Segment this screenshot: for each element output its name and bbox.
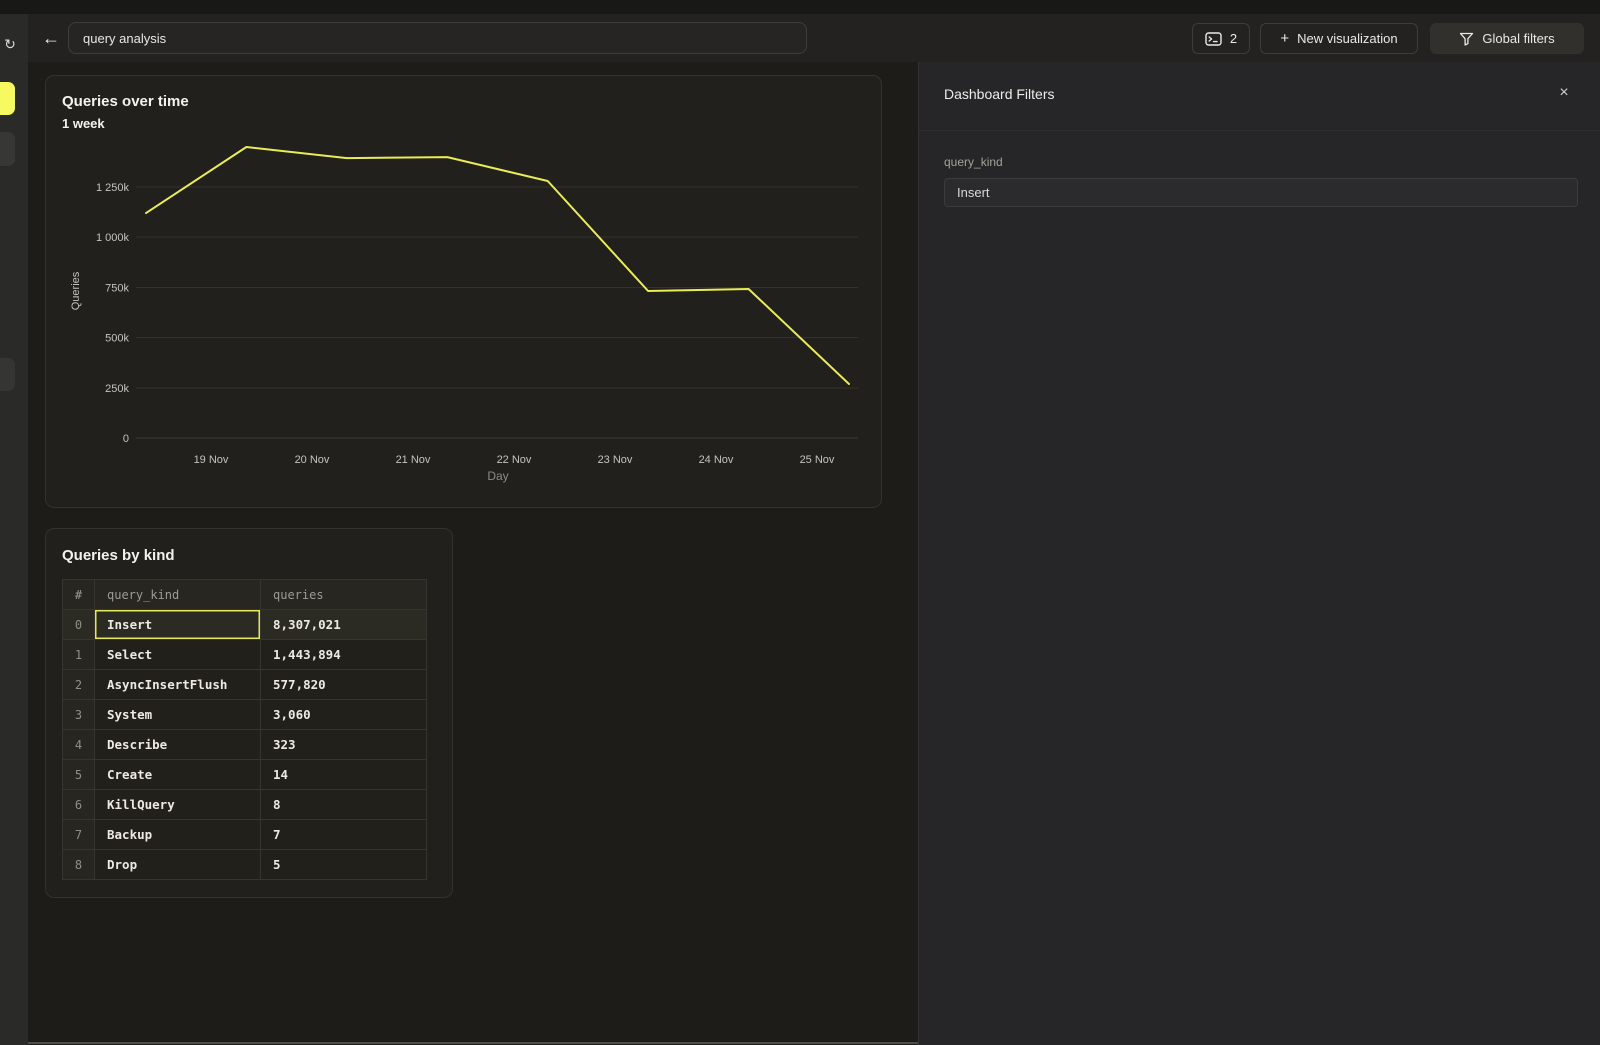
sidebar-item-active-dashboard[interactable] xyxy=(0,82,15,115)
row-index-cell: 4 xyxy=(63,730,95,760)
table-row: 7Backup7 xyxy=(63,820,427,850)
global-filters-button[interactable]: Global filters xyxy=(1430,23,1584,54)
plus-icon: + xyxy=(1280,31,1289,46)
row-index-cell: 1 xyxy=(63,640,95,670)
x-tick-label: 24 Nov xyxy=(699,454,734,466)
sidebar-item-3[interactable] xyxy=(0,358,15,391)
back-arrow-button[interactable]: ← xyxy=(39,26,63,50)
console-icon xyxy=(1205,32,1222,46)
x-tick-label: 23 Nov xyxy=(598,454,633,466)
row-index-cell: 3 xyxy=(63,700,95,730)
column-header-index: # xyxy=(63,580,95,610)
queries-count-cell[interactable]: 577,820 xyxy=(261,670,427,700)
column-header-query-kind: query_kind xyxy=(95,580,261,610)
queries-by-kind-panel: Queries by kind # query_kind queries 0In… xyxy=(45,528,453,898)
table-row: 1Select1,443,894 xyxy=(63,640,427,670)
filters-panel-header: Dashboard Filters × xyxy=(919,62,1600,131)
row-index-cell: 7 xyxy=(63,820,95,850)
query-kind-cell[interactable]: Select xyxy=(95,640,261,670)
filters-panel-title: Dashboard Filters xyxy=(944,86,1055,102)
query-count-line xyxy=(146,147,849,384)
x-tick-label: 25 Nov xyxy=(800,454,835,466)
queries-count-cell[interactable]: 5 xyxy=(261,850,427,880)
query-kind-cell[interactable]: System xyxy=(95,700,261,730)
query-kind-cell[interactable]: AsyncInsertFlush xyxy=(95,670,261,700)
app-window: ↻ ← 2 + New visualization xyxy=(0,0,1600,1045)
horizontal-scrollbar[interactable] xyxy=(28,1042,918,1044)
table-row: 0Insert8,307,021 xyxy=(63,610,427,640)
table-row: 3System3,060 xyxy=(63,700,427,730)
queries-count-cell[interactable]: 323 xyxy=(261,730,427,760)
table-row: 6KillQuery8 xyxy=(63,790,427,820)
row-index-cell: 0 xyxy=(63,610,95,640)
query-kind-filter-input[interactable] xyxy=(944,178,1578,207)
y-tick-label: 1 250k xyxy=(96,182,130,194)
y-tick-label: 750k xyxy=(105,282,129,294)
table-row: 4Describe323 xyxy=(63,730,427,760)
global-filters-label: Global filters xyxy=(1482,31,1554,46)
queries-count-cell[interactable]: 14 xyxy=(261,760,427,790)
queries-over-time-panel: Queries over time 1 week 0250k500k750k1 … xyxy=(45,75,882,508)
x-tick-label: 19 Nov xyxy=(194,454,229,466)
close-icon[interactable]: × xyxy=(1553,82,1575,104)
query-kind-cell[interactable]: Describe xyxy=(95,730,261,760)
table-row: 8Drop5 xyxy=(63,850,427,880)
console-count-badge: 2 xyxy=(1230,31,1237,46)
y-axis-title: Queries xyxy=(70,271,82,310)
queries-count-cell[interactable]: 7 xyxy=(261,820,427,850)
x-tick-label: 21 Nov xyxy=(396,454,431,466)
queries-table-body: 0Insert8,307,0211Select1,443,8942AsyncIn… xyxy=(63,610,427,880)
queries-count-cell[interactable]: 1,443,894 xyxy=(261,640,427,670)
sidebar-item-2[interactable] xyxy=(0,132,15,166)
query-kind-cell[interactable]: Backup xyxy=(95,820,261,850)
left-sidebar: ↻ xyxy=(0,14,28,1045)
dashboard-title-input[interactable] xyxy=(68,22,807,54)
query-kind-cell[interactable]: KillQuery xyxy=(95,790,261,820)
row-index-cell: 5 xyxy=(63,760,95,790)
table-title: Queries by kind xyxy=(62,547,175,564)
query-kind-cell[interactable]: Drop xyxy=(95,850,261,880)
row-index-cell: 6 xyxy=(63,790,95,820)
sql-console-button[interactable]: 2 xyxy=(1192,23,1250,54)
refresh-icon[interactable]: ↻ xyxy=(1,35,19,53)
filter-field-label: query_kind xyxy=(944,155,1003,169)
x-tick-label: 22 Nov xyxy=(497,454,532,466)
window-top-strip xyxy=(0,0,1600,14)
selected-query-kind-cell[interactable]: Insert xyxy=(95,610,261,640)
table-row: 5Create14 xyxy=(63,760,427,790)
column-header-queries: queries xyxy=(261,580,427,610)
table-header-row: # query_kind queries xyxy=(63,580,427,610)
y-tick-label: 1 000k xyxy=(96,232,130,244)
query-kind-cell[interactable]: Create xyxy=(95,760,261,790)
top-bar: ← 2 + New visualization Global filters xyxy=(28,14,1600,62)
table-row: 2AsyncInsertFlush577,820 xyxy=(63,670,427,700)
x-tick-label: 20 Nov xyxy=(295,454,330,466)
row-index-cell: 8 xyxy=(63,850,95,880)
y-tick-label: 0 xyxy=(123,433,129,445)
y-tick-label: 500k xyxy=(105,333,129,345)
dashboard-canvas: Queries over time 1 week 0250k500k750k1 … xyxy=(28,62,918,1045)
queries-count-cell[interactable]: 3,060 xyxy=(261,700,427,730)
row-index-cell: 2 xyxy=(63,670,95,700)
dashboard-filters-panel: Dashboard Filters × query_kind xyxy=(918,62,1600,1045)
new-visualization-label: New visualization xyxy=(1297,31,1397,46)
queries-count-cell[interactable]: 8 xyxy=(261,790,427,820)
queries-table: # query_kind queries 0Insert8,307,0211Se… xyxy=(62,579,427,880)
queries-count-cell[interactable]: 8,307,021 xyxy=(261,610,427,640)
y-tick-label: 250k xyxy=(105,383,129,395)
funnel-icon xyxy=(1459,32,1474,46)
new-visualization-button[interactable]: + New visualization xyxy=(1260,23,1418,54)
x-axis-title: Day xyxy=(487,469,508,483)
queries-chart: 0 250k 500k 750k 1 000k 1 250k 19 Nov 20 Nov 21 … xyxy=(46,76,881,507)
